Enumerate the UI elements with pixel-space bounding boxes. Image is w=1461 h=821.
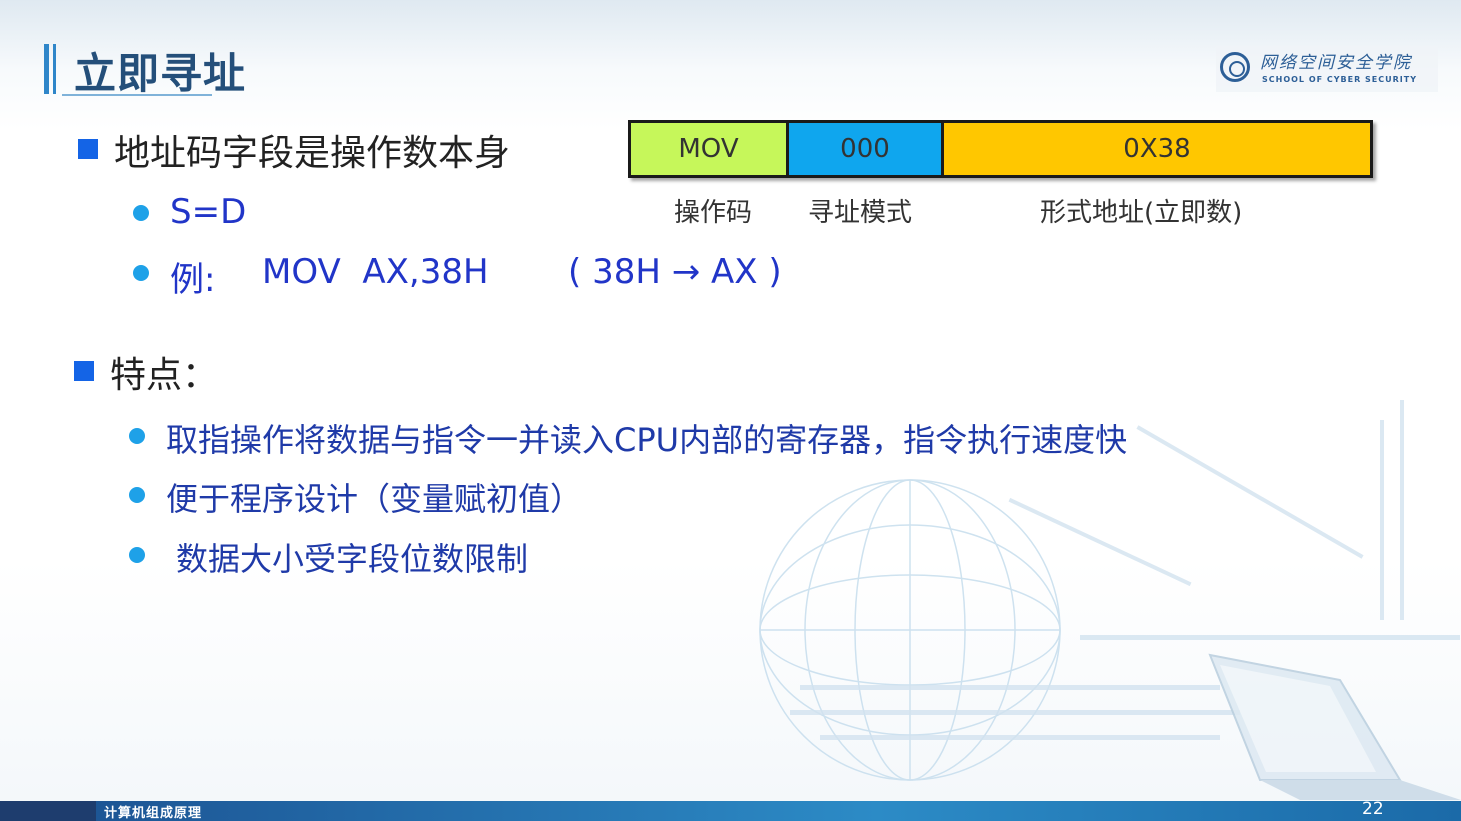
title-accent-bar-thin — [53, 44, 56, 94]
title-underline — [62, 94, 212, 96]
square-bullet-icon — [78, 139, 98, 159]
example-note: ( 38H → AX ) — [568, 252, 782, 292]
page-title: 立即寻址 — [74, 49, 247, 98]
feature-point-2: 便于程序设计（变量赋初值） — [166, 480, 583, 518]
label-opcode: 操作码 — [674, 198, 753, 228]
footer-accent — [0, 801, 96, 821]
round-bullet-icon — [133, 265, 149, 281]
logo-name-cn: 网络空间安全学院 — [1260, 53, 1412, 73]
section1-heading: 地址码字段是操作数本身 — [114, 133, 511, 174]
square-bullet-icon — [74, 361, 94, 381]
school-logo: 网络空间安全学院 SCHOOL OF CYBER SECURITY — [1216, 46, 1438, 92]
example-instruction: MOV AX,38H — [262, 252, 489, 292]
school-seal-icon — [1220, 52, 1250, 82]
round-bullet-icon — [133, 205, 149, 221]
page-number: 22 — [1362, 799, 1384, 819]
round-bullet-icon — [129, 487, 145, 503]
footer-course-name: 计算机组成原理 — [104, 806, 203, 821]
round-bullet-icon — [129, 547, 145, 563]
label-addressing-mode: 寻址模式 — [808, 198, 913, 228]
label-formal-address: 形式地址(立即数) — [1040, 198, 1243, 228]
instruction-format-diagram: MOV 000 0X38 — [628, 120, 1373, 178]
title-accent-bar — [44, 44, 49, 94]
round-bullet-icon — [129, 428, 145, 444]
section2-heading: 特点： — [110, 355, 219, 396]
logo-name-en: SCHOOL OF CYBER SECURITY — [1262, 75, 1418, 84]
feature-point-1: 取指操作将数据与指令一并读入CPU内部的寄存器，指令执行速度快 — [166, 421, 1128, 459]
point-s-equals-d: S=D — [170, 192, 247, 232]
field-opcode: MOV — [631, 123, 786, 175]
field-formal-address: 0X38 — [941, 123, 1370, 175]
feature-point-3: 数据大小受字段位数限制 — [176, 540, 529, 578]
field-addressing-mode: 000 — [786, 123, 941, 175]
slide: 立即寻址 网络空间安全学院 SCHOOL OF CYBER SECURITY 地… — [0, 0, 1461, 821]
footer-bar — [0, 801, 1461, 821]
example-label: 例: — [170, 260, 216, 300]
